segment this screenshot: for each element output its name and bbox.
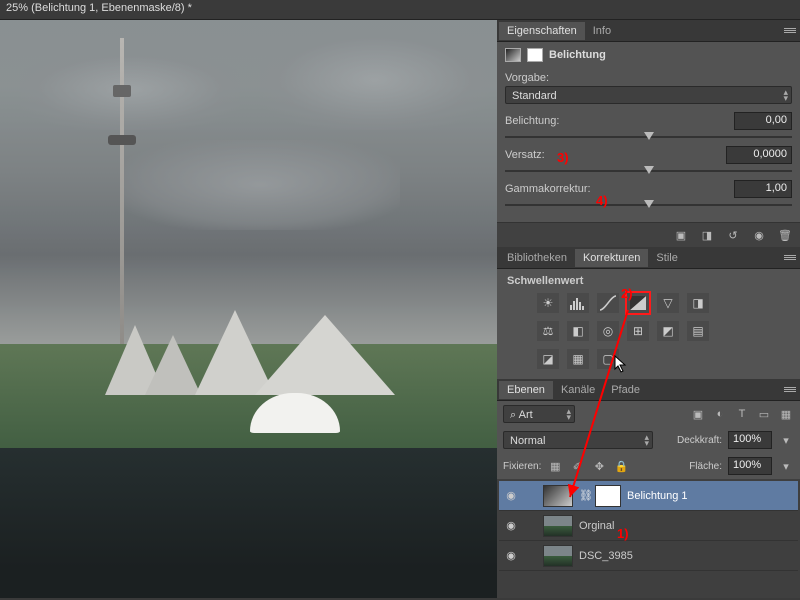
preset-label: Vorgabe: xyxy=(505,72,792,84)
layer-name[interactable]: Orginal xyxy=(579,520,614,532)
offset-slider[interactable] xyxy=(505,170,792,172)
fill-label: Fläche: xyxy=(689,461,722,472)
lock-transparent-icon[interactable]: ▦ xyxy=(547,459,563,473)
exposure-value[interactable]: 0,00 xyxy=(734,112,792,130)
link-mask-icon[interactable]: ⛓ xyxy=(579,489,589,502)
layer-name[interactable]: Belichtung 1 xyxy=(627,490,688,502)
curves-icon[interactable] xyxy=(597,293,619,313)
fill-dropdown-icon[interactable]: ▾ xyxy=(778,459,794,473)
reset-icon[interactable]: ↺ xyxy=(724,227,742,243)
properties-title: Belichtung xyxy=(549,49,606,61)
adjustment-thumbnail[interactable] xyxy=(543,485,573,507)
threshold-icon[interactable]: ◪ xyxy=(537,349,559,369)
layer-row[interactable]: ◉ Orginal xyxy=(499,511,798,541)
mask-icon[interactable] xyxy=(527,48,543,62)
adjustments-panel: Schwellenwert ☀ ▽ ◨ ⚖ ◧ ◎ ⊞ ◩ ▤ ◪ ▦ ▢ xyxy=(497,269,800,379)
trash-icon[interactable]: 🗑 xyxy=(776,227,794,243)
fill-value[interactable]: 100% xyxy=(728,457,772,475)
properties-footer: ▣ ◨ ↺ ◉ 🗑 xyxy=(497,222,800,247)
layer-filter-dropdown[interactable]: ⌕ Art▴▾ xyxy=(503,405,575,423)
document-image xyxy=(0,20,497,598)
filter-pixel-icon[interactable]: ▣ xyxy=(690,407,706,421)
tab-libraries[interactable]: Bibliotheken xyxy=(499,249,575,267)
exposure-slider[interactable] xyxy=(505,136,792,138)
layer-row[interactable]: ◉ ⛓ Belichtung 1 xyxy=(499,481,798,511)
layers-panel: ⌕ Art▴▾ ▣ ◐ T ▭ ▦ Normal▴▾ Deckkraft: 10… xyxy=(497,401,800,598)
layer-thumbnail[interactable] xyxy=(543,545,573,567)
photo-filter-icon[interactable]: ◎ xyxy=(597,321,619,341)
properties-panel: Belichtung Vorgabe: Standard▴▾ Belichtun… xyxy=(497,42,800,222)
tab-info[interactable]: Info xyxy=(585,22,619,40)
annotation-3: 3) xyxy=(557,150,569,165)
selective-color-icon[interactable]: ▢ xyxy=(597,349,619,369)
lock-all-icon[interactable]: 🔒 xyxy=(613,459,629,473)
tab-channels[interactable]: Kanäle xyxy=(553,381,603,399)
gradient-map-icon[interactable]: ▦ xyxy=(567,349,589,369)
offset-value[interactable]: 0,0000 xyxy=(726,146,792,164)
properties-panel-tabs: Eigenschaften Info xyxy=(497,20,800,42)
tab-layers[interactable]: Ebenen xyxy=(499,381,553,399)
offset-label: Versatz: xyxy=(505,149,726,161)
annotation-1: 1) xyxy=(617,526,629,541)
exposure-label: Belichtung: xyxy=(505,115,734,127)
exposure-adjustment-icon xyxy=(505,48,521,62)
gamma-label: Gammakorrektur: xyxy=(505,183,734,195)
layer-list: ◉ ⛓ Belichtung 1 ◉ Orginal ◉ xyxy=(497,479,800,598)
tab-paths[interactable]: Pfade xyxy=(603,381,648,399)
layer-thumbnail[interactable] xyxy=(543,515,573,537)
layer-name[interactable]: DSC_3985 xyxy=(579,550,633,562)
channel-mixer-icon[interactable]: ⊞ xyxy=(627,321,649,341)
annotation-2: 2) xyxy=(621,286,633,301)
clip-to-layer-icon[interactable]: ▣ xyxy=(672,227,690,243)
brightness-contrast-icon[interactable]: ☀ xyxy=(537,293,559,313)
posterize-icon[interactable]: ▤ xyxy=(687,321,709,341)
preset-dropdown[interactable]: Standard▴▾ xyxy=(505,86,792,104)
vibrance-icon[interactable]: ▽ xyxy=(657,293,679,313)
visibility-icon[interactable]: ◉ xyxy=(750,227,768,243)
document-title-bar: 25% (Belichtung 1, Ebenenmaske/8) * xyxy=(0,0,800,20)
visibility-toggle-icon[interactable]: ◉ xyxy=(503,549,519,562)
lock-label: Fixieren: xyxy=(503,461,541,472)
layer-mask-thumbnail[interactable] xyxy=(595,485,621,507)
opacity-dropdown-icon[interactable]: ▾ xyxy=(778,433,794,447)
invert-icon[interactable]: ◩ xyxy=(657,321,679,341)
black-white-icon[interactable]: ◧ xyxy=(567,321,589,341)
panel-menu-icon[interactable] xyxy=(784,383,796,395)
panel-menu-icon[interactable] xyxy=(784,24,796,36)
filter-shape-icon[interactable]: ▭ xyxy=(756,407,772,421)
canvas[interactable] xyxy=(0,20,497,598)
layers-panel-tabs: Ebenen Kanäle Pfade xyxy=(497,379,800,401)
tab-properties[interactable]: Eigenschaften xyxy=(499,22,585,40)
lock-image-icon[interactable]: ✐ xyxy=(569,459,585,473)
filter-type-icon[interactable]: T xyxy=(734,407,750,421)
adjustments-panel-tabs: Bibliotheken Korrekturen Stile xyxy=(497,247,800,269)
view-previous-icon[interactable]: ◨ xyxy=(698,227,716,243)
gamma-slider[interactable] xyxy=(505,204,792,206)
lock-position-icon[interactable]: ✥ xyxy=(591,459,607,473)
blend-mode-dropdown[interactable]: Normal▴▾ xyxy=(503,431,653,449)
hue-saturation-icon[interactable]: ◨ xyxy=(687,293,709,313)
visibility-toggle-icon[interactable]: ◉ xyxy=(503,489,519,502)
filter-adjustment-icon[interactable]: ◐ xyxy=(712,407,728,421)
levels-icon[interactable] xyxy=(567,293,589,313)
annotation-4: 4) xyxy=(596,193,608,208)
tab-styles[interactable]: Stile xyxy=(648,249,685,267)
color-balance-icon[interactable]: ⚖ xyxy=(537,321,559,341)
opacity-value[interactable]: 100% xyxy=(728,431,772,449)
panel-menu-icon[interactable] xyxy=(784,251,796,263)
visibility-toggle-icon[interactable]: ◉ xyxy=(503,519,519,532)
layer-row[interactable]: ◉ DSC_3985 xyxy=(499,541,798,571)
adjustment-hover-name: Schwellenwert xyxy=(507,275,790,287)
opacity-label: Deckkraft: xyxy=(677,435,722,446)
tab-adjustments[interactable]: Korrekturen xyxy=(575,249,648,267)
filter-smart-icon[interactable]: ▦ xyxy=(778,407,794,421)
gamma-value[interactable]: 1,00 xyxy=(734,180,792,198)
